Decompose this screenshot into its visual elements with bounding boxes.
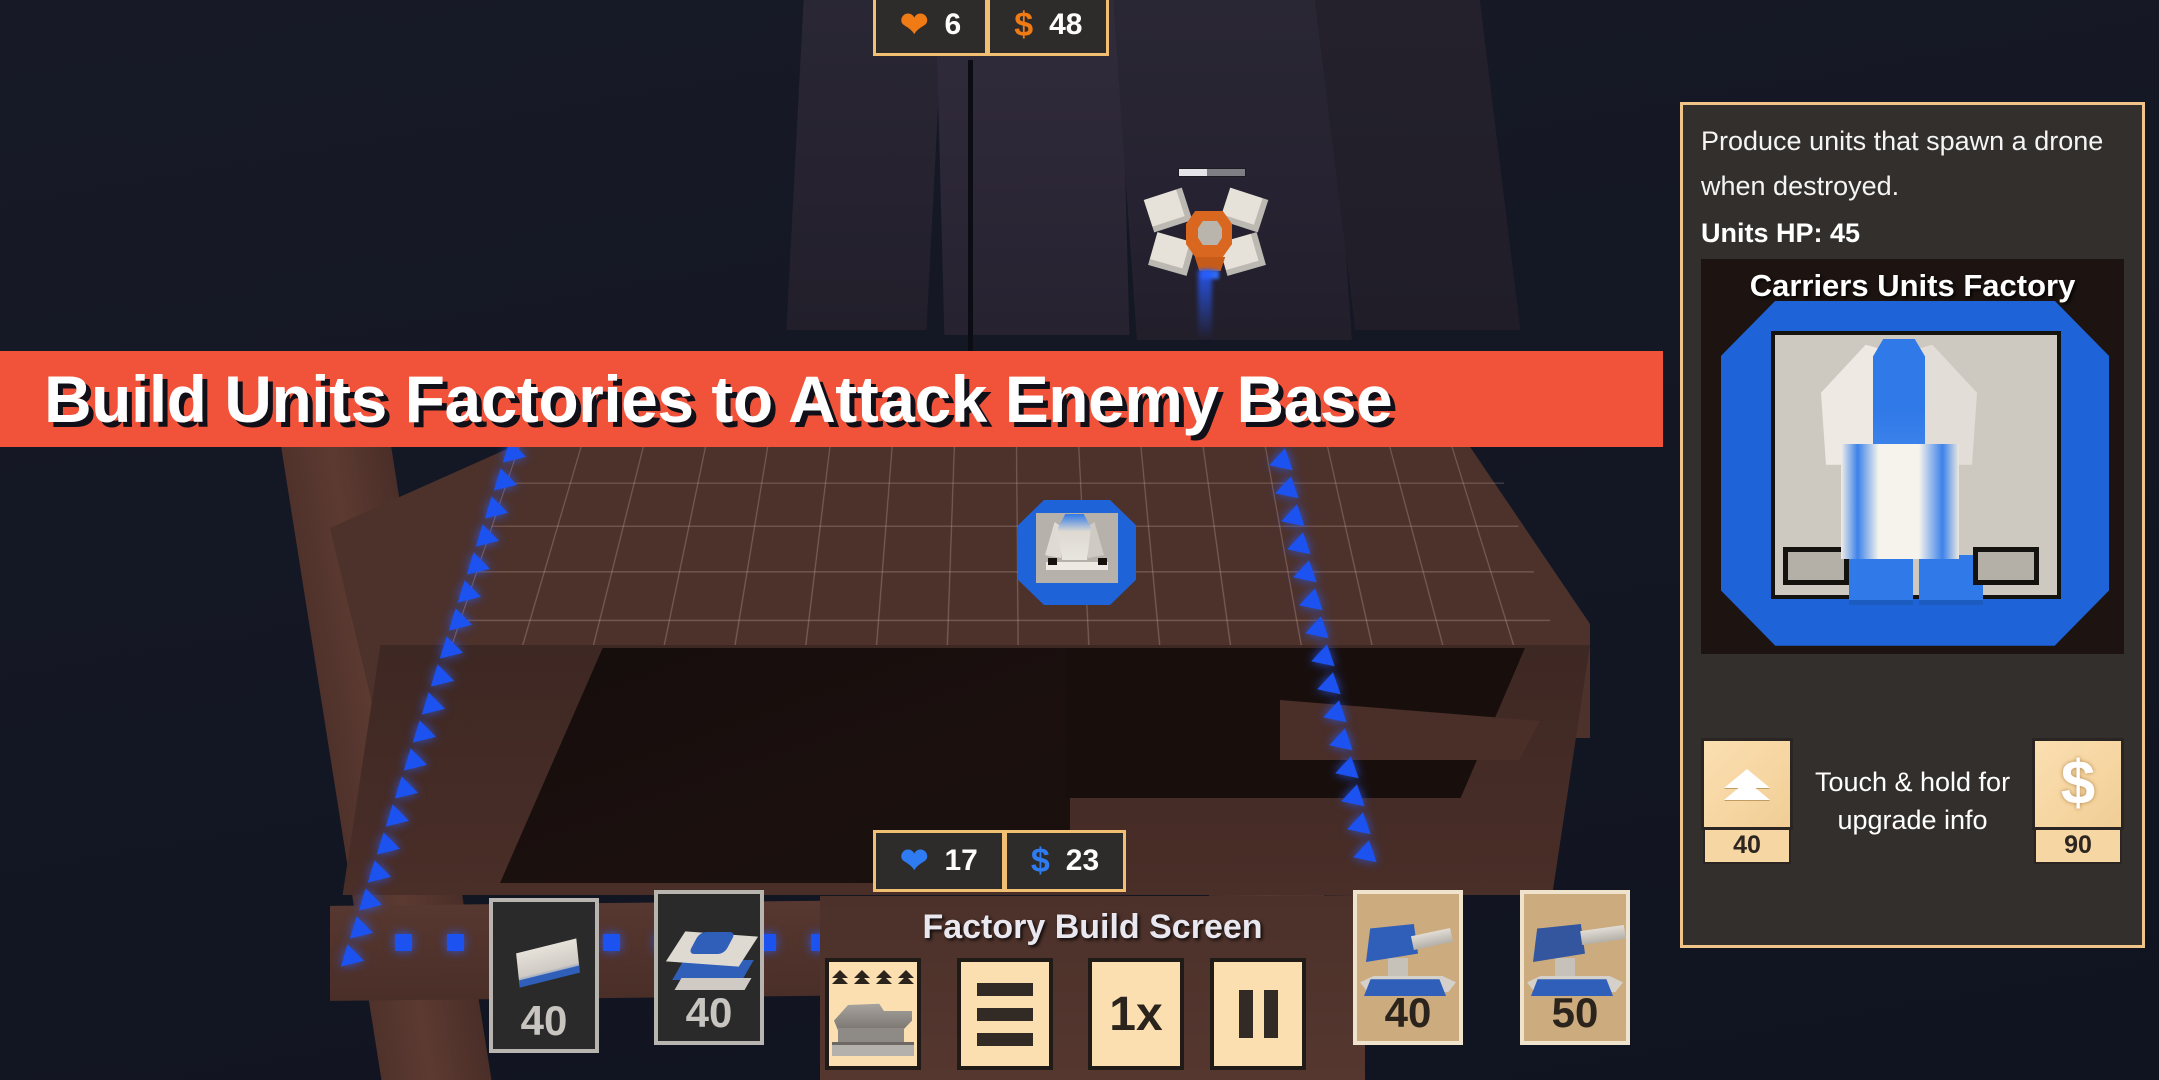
turret-cannon-icon: [1357, 894, 1459, 996]
player-money-value: 23: [1065, 844, 1100, 877]
speed-label: 1x: [1109, 987, 1163, 1041]
dollar-icon: $: [1030, 842, 1050, 880]
hud-resources-bottom: ❤ 17 $ 23: [873, 830, 1127, 892]
enemy-money-value: 48: [1049, 8, 1083, 41]
build-card[interactable]: 40: [489, 898, 599, 1053]
game-screen: ❤ 6 $ 48 Build Units Factories to Attack…: [0, 0, 2159, 1080]
carrier-nose: [1873, 338, 1925, 449]
menu-button[interactable]: [957, 958, 1053, 1070]
pause-button[interactable]: [1210, 958, 1306, 1070]
thruster-trail: [1198, 270, 1212, 340]
heart-icon: ❤: [900, 6, 929, 44]
tutorial-banner-text: Build Units Factories to Attack Enemy Ba…: [44, 362, 1393, 436]
factory-card-title: Carriers Units Factory: [1749, 267, 2076, 303]
units-hp-label: Units HP: 45: [1701, 217, 1861, 248]
player-health-value: 17: [944, 844, 978, 877]
carrier-body: [1841, 443, 1959, 559]
factory-rail: [1973, 546, 2039, 585]
dollar-icon: $: [2032, 738, 2124, 831]
enemy-money-chip: $ 48: [988, 0, 1110, 56]
hamburger-icon: [977, 982, 1033, 1046]
carrier-pod: [1849, 554, 1913, 605]
factory-description: Produce units that spawn a drone when de…: [1701, 126, 2104, 202]
turret-heavy-icon: [1524, 894, 1626, 996]
antenna-pole: [968, 60, 973, 360]
hud-resources-top: ❤ 6 $ 48: [873, 0, 1110, 56]
factory-info-panel: Produce units that spawn a drone when de…: [1680, 102, 2145, 948]
enemy-health-value: 6: [944, 8, 962, 41]
factory-preview-card[interactable]: Carriers Units Factory: [1701, 258, 2124, 654]
sell-value: 90: [2034, 828, 2122, 865]
build-card[interactable]: 40: [1353, 890, 1463, 1045]
build-card-cost: 40: [685, 989, 733, 1036]
double-chevron-up-icon: [1701, 738, 1793, 831]
sell-button[interactable]: $ 90: [2032, 738, 2124, 865]
factory-action-row: 40 Touch & hold for upgrade info $ 90: [1701, 654, 2124, 933]
pause-icon: [1238, 990, 1278, 1038]
enemy-health-bar: [1178, 168, 1246, 177]
player-health-chip: ❤ 17: [873, 830, 1005, 892]
unit-factory-wide-icon: [658, 894, 760, 990]
upgrade-hint-text: Touch & hold for upgrade info: [1814, 767, 2011, 836]
build-screen-title: Factory Build Screen: [922, 908, 1263, 946]
player-money-chip: $ 23: [1004, 830, 1127, 892]
heart-icon: ❤: [900, 842, 929, 880]
enemy-health-chip: ❤ 6: [873, 0, 989, 56]
upgrade-button[interactable]: 40: [1701, 738, 1793, 865]
build-card-cost: 40: [520, 997, 568, 1044]
player-carrier-factory[interactable]: [1018, 500, 1136, 605]
blue-arrow-waypoint: [603, 934, 620, 951]
blue-arrow-waypoint: [395, 934, 412, 951]
dollar-icon: $: [1014, 6, 1034, 44]
upgrade-cost: 40: [1703, 828, 1791, 865]
build-card[interactable]: 50: [1520, 890, 1630, 1045]
unit-factory-small-icon: [493, 902, 595, 997]
speed-button[interactable]: 1x: [1088, 958, 1184, 1070]
build-card[interactable]: 40: [654, 890, 764, 1045]
turret-upgrade-button[interactable]: [825, 958, 921, 1070]
turret-upgrade-icon: [832, 970, 914, 1058]
blue-arrow-waypoint: [447, 934, 464, 951]
tutorial-banner: Build Units Factories to Attack Enemy Ba…: [0, 351, 1663, 447]
factory-rail: [1783, 546, 1849, 585]
